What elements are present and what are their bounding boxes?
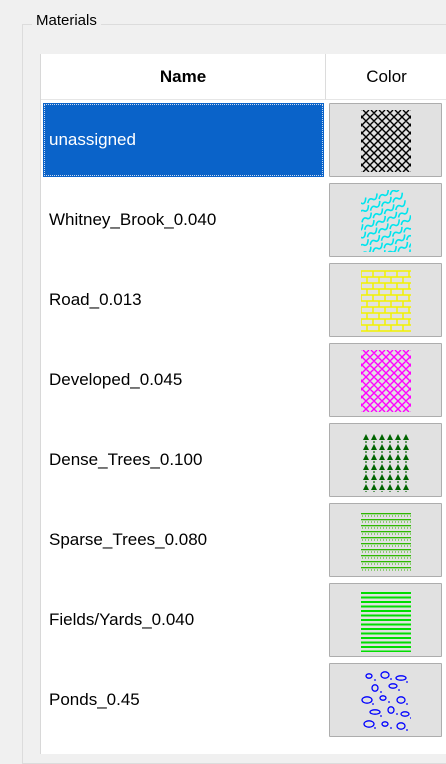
material-row[interactable]: Road_0.013 xyxy=(41,260,446,340)
material-name-cell[interactable]: unassigned xyxy=(43,103,324,177)
material-color-button[interactable] xyxy=(329,103,442,177)
material-row[interactable]: unassigned xyxy=(41,100,446,180)
material-name-cell[interactable]: Ponds_0.45 xyxy=(43,663,324,737)
table-header: Name Color xyxy=(41,54,446,100)
material-color-button[interactable] xyxy=(329,663,442,737)
material-row[interactable]: Developed_0.045 xyxy=(41,340,446,420)
material-name-cell[interactable]: Fields/Yards_0.040 xyxy=(43,583,324,657)
material-row[interactable]: Fields/Yards_0.040 xyxy=(41,580,446,660)
water-waves-pattern-icon xyxy=(361,190,411,252)
material-color-button[interactable] xyxy=(329,263,442,337)
material-color-button[interactable] xyxy=(329,423,442,497)
material-color-button[interactable] xyxy=(329,343,442,417)
dense-trees-pattern-icon xyxy=(363,434,409,492)
material-row[interactable]: Dense_Trees_0.100 xyxy=(41,420,446,500)
material-name-cell[interactable]: Dense_Trees_0.100 xyxy=(43,423,324,497)
crosshatch-diamond-pattern-icon xyxy=(361,350,411,412)
material-row[interactable]: Whitney_Brook_0.040 xyxy=(41,180,446,260)
material-name-cell[interactable]: Sparse_Trees_0.080 xyxy=(43,503,324,577)
name-column-header[interactable]: Name xyxy=(41,54,326,100)
pebbles-pattern-icon xyxy=(361,671,411,731)
horizontal-lines-pattern-icon xyxy=(361,592,411,652)
material-name-cell[interactable]: Developed_0.045 xyxy=(43,343,324,417)
material-name-cell[interactable]: Road_0.013 xyxy=(43,263,324,337)
material-color-button[interactable] xyxy=(329,583,442,657)
brick-pattern-icon xyxy=(361,270,411,332)
material-color-button[interactable] xyxy=(329,503,442,577)
material-color-button[interactable] xyxy=(329,183,442,257)
color-column-header[interactable]: Color xyxy=(326,54,446,100)
materials-table: Name Color unassigned Whitney_Brook_0.040… xyxy=(40,54,446,754)
crosshatch-diamond-pattern-icon xyxy=(361,110,411,172)
sparse-trees-pattern-icon xyxy=(361,513,411,571)
materials-group-title: Materials xyxy=(32,12,101,30)
material-row[interactable]: Ponds_0.45 xyxy=(41,660,446,740)
material-row[interactable]: Sparse_Trees_0.080 xyxy=(41,500,446,580)
material-name-cell[interactable]: Whitney_Brook_0.040 xyxy=(43,183,324,257)
